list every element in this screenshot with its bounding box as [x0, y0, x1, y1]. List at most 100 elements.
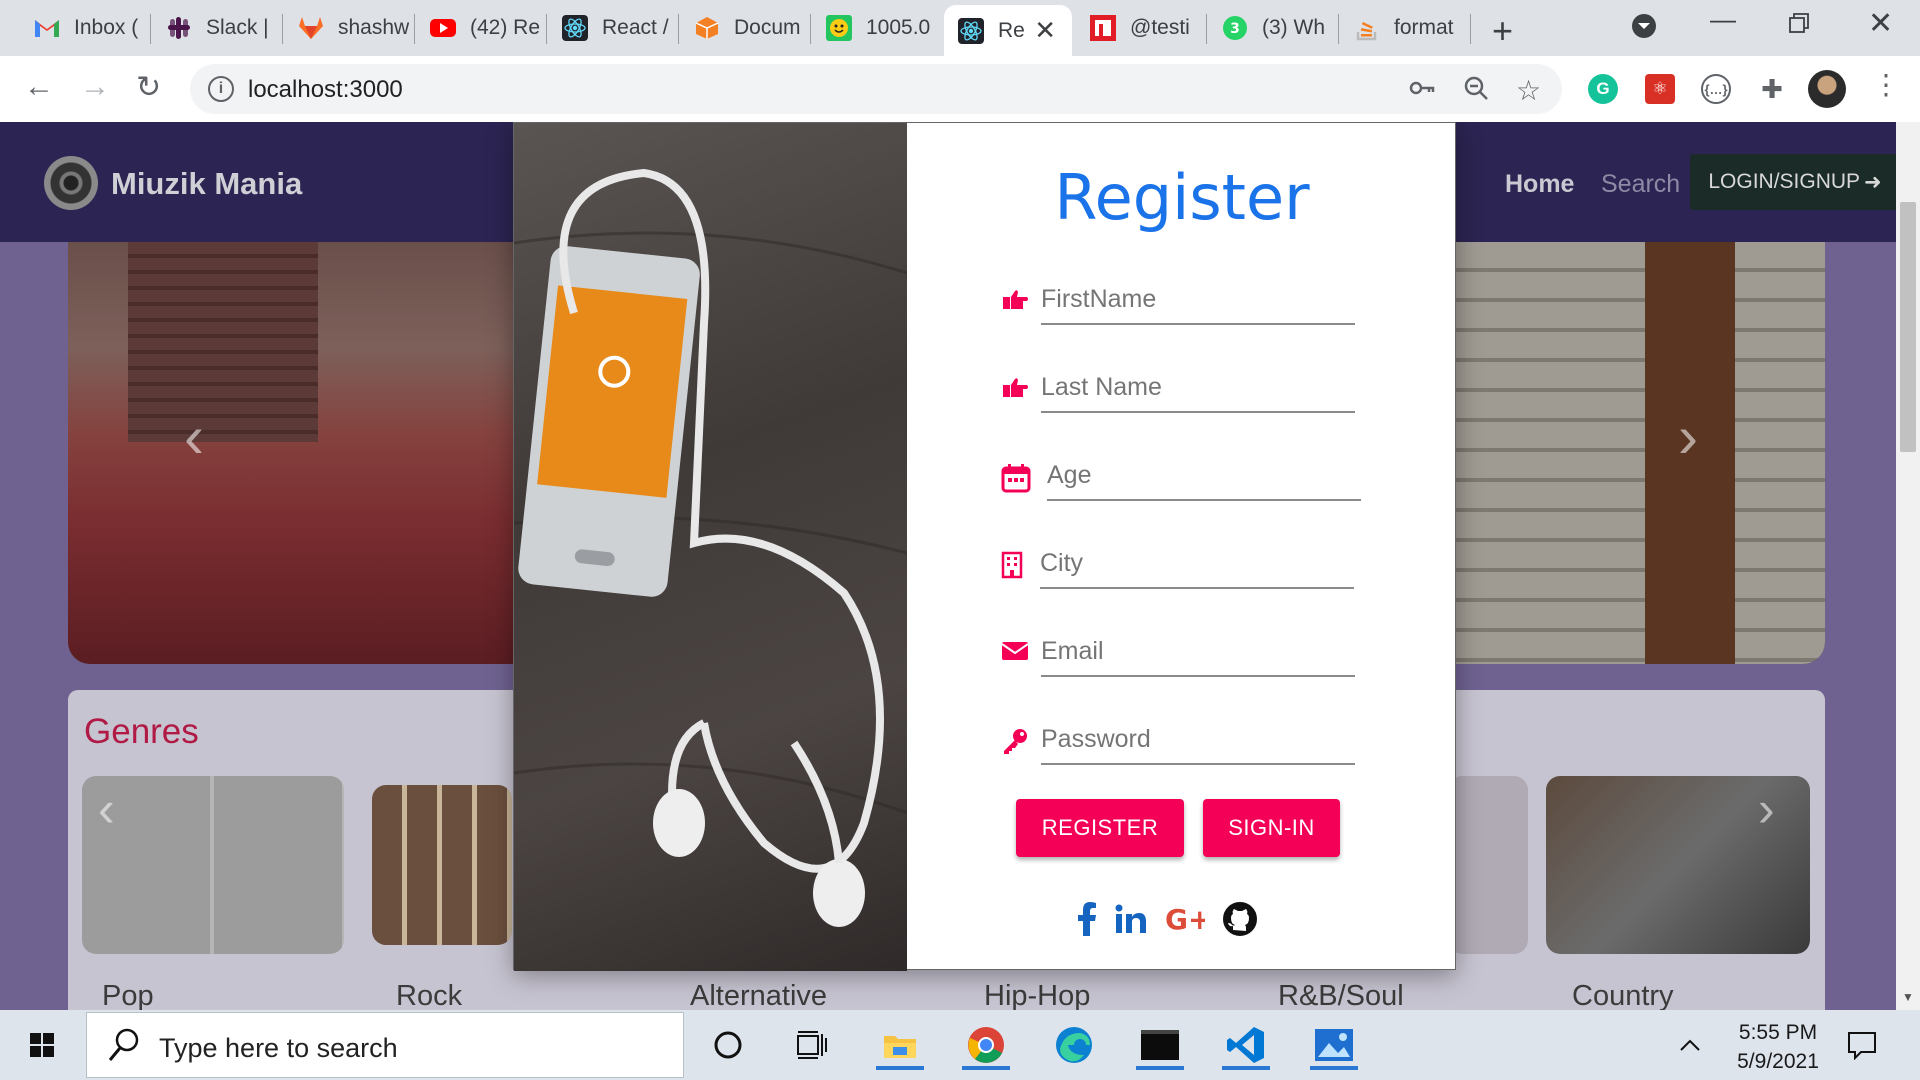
taskbar-search-box[interactable]: Type here to search	[86, 1012, 684, 1078]
windows-start-icon[interactable]	[14, 1020, 70, 1070]
clock-date: 5/9/2021	[1737, 1050, 1819, 1073]
genre-label[interactable]: Country	[1572, 980, 1674, 1010]
cortana-circle-icon[interactable]	[700, 1020, 756, 1070]
netlify-icon	[1090, 15, 1116, 41]
genres-prev-chevron-icon[interactable]: ‹	[98, 780, 115, 838]
tab-react-1[interactable]: React /	[548, 9, 673, 47]
register-form: Register FirstName Last Name Age City Em…	[907, 123, 1457, 971]
genre-thumbnail-rock[interactable]	[372, 785, 512, 945]
genre-label[interactable]: Pop	[102, 980, 154, 1010]
lastname-input[interactable]	[1041, 363, 1355, 413]
svg-text:G+: G+	[1165, 905, 1205, 933]
tab-youtube[interactable]: (42) Re	[416, 9, 541, 47]
edge-icon[interactable]	[1046, 1020, 1102, 1070]
tab-separator	[282, 14, 283, 44]
vscode-icon[interactable]	[1218, 1020, 1274, 1070]
react-icon	[562, 15, 588, 41]
carousel-next-chevron-icon[interactable]: ›	[1678, 402, 1698, 471]
extensions-puzzle-icon[interactable]: ✚	[1757, 74, 1787, 104]
new-tab-plus-icon[interactable]: +	[1492, 10, 1513, 52]
email-field	[1001, 627, 1355, 677]
key-icon	[1001, 727, 1029, 755]
tab-docs[interactable]: Docum	[680, 9, 805, 47]
react-devtools-icon[interactable]: ⚛	[1645, 74, 1675, 104]
back-arrow-icon[interactable]: ←	[24, 70, 54, 104]
city-field	[1000, 539, 1354, 589]
carousel-prev-chevron-icon[interactable]: ‹	[184, 402, 204, 471]
tab-netlify[interactable]: @testi	[1076, 9, 1201, 47]
photos-icon[interactable]	[1306, 1020, 1362, 1070]
address-bar[interactable]: i localhost:3000 ☆	[190, 64, 1562, 114]
active-app-indicator	[1136, 1066, 1184, 1070]
genre-label[interactable]: Alternative	[690, 980, 827, 1010]
tab-label: Inbox (	[74, 16, 139, 39]
file-explorer-icon[interactable]	[872, 1020, 928, 1070]
scrollbar-thumb[interactable]	[1900, 202, 1916, 452]
json-viewer-icon[interactable]: {…}	[1701, 74, 1731, 104]
age-input[interactable]	[1047, 451, 1361, 501]
nav-search-link[interactable]: Search	[1601, 170, 1680, 199]
close-window-icon[interactable]: ✕	[1868, 6, 1893, 41]
password-input[interactable]	[1041, 715, 1355, 765]
sign-in-button[interactable]: SIGN-IN	[1203, 799, 1340, 857]
system-clock[interactable]: 5:55 PM 5/9/2021	[1728, 1018, 1828, 1076]
genre-thumbnail-rnb[interactable]	[1448, 776, 1528, 954]
terminal-icon[interactable]	[1132, 1020, 1188, 1070]
zoom-icon[interactable]	[1462, 74, 1490, 109]
genres-next-chevron-icon[interactable]: ›	[1758, 780, 1775, 838]
tab-slack[interactable]: Slack |	[152, 9, 277, 47]
active-app-indicator	[1310, 1066, 1358, 1070]
tab-label: React /	[602, 16, 669, 39]
email-input[interactable]	[1041, 627, 1355, 677]
nav-home-link[interactable]: Home	[1505, 170, 1574, 199]
minimize-icon[interactable]: —	[1710, 4, 1736, 35]
google-plus-icon[interactable]: G+	[1165, 903, 1211, 938]
reload-icon[interactable]: ↻	[136, 70, 161, 105]
tab-gmail[interactable]: Inbox (	[20, 9, 142, 47]
scroll-down-arrow-icon[interactable]: ▼	[1902, 990, 1914, 1004]
login-signup-button[interactable]: LOGIN/SIGNUP ➜	[1690, 154, 1900, 210]
tab-whatsapp[interactable]: 3 (3) Wh	[1208, 9, 1333, 47]
tab-smiley[interactable]: 1005.0	[812, 9, 937, 47]
close-tab-icon[interactable]: ✕	[1034, 15, 1056, 46]
password-field	[1001, 715, 1355, 765]
tab-active-react[interactable]: Re ✕	[944, 5, 1072, 56]
vinyl-logo-icon[interactable]	[44, 156, 98, 210]
profile-avatar[interactable]	[1808, 70, 1846, 108]
grammarly-icon[interactable]: G	[1588, 74, 1618, 104]
genre-thumbnail-pop[interactable]	[82, 776, 344, 954]
brand-name[interactable]: Miuzik Mania	[111, 166, 302, 202]
bookmark-star-icon[interactable]: ☆	[1516, 74, 1541, 107]
firstname-input[interactable]	[1041, 275, 1355, 325]
genre-label[interactable]: R&B/Soul	[1278, 980, 1404, 1010]
github-icon[interactable]	[1223, 901, 1257, 941]
smiley-icon	[826, 15, 852, 41]
url-text[interactable]: localhost:3000	[248, 76, 403, 104]
building-icon	[1000, 551, 1028, 579]
tab-gitlab[interactable]: shashw	[284, 9, 409, 47]
password-key-icon[interactable]	[1408, 74, 1436, 109]
city-input[interactable]	[1040, 539, 1354, 589]
chrome-icon[interactable]	[958, 1020, 1014, 1070]
register-button[interactable]: REGISTER	[1016, 799, 1184, 857]
forward-arrow-icon[interactable]: →	[80, 70, 110, 104]
genre-label[interactable]: Rock	[396, 980, 462, 1010]
genres-title: Genres	[84, 712, 199, 751]
tab-stackoverflow[interactable]: format	[1340, 9, 1468, 47]
tab-separator	[546, 14, 547, 44]
page-scrollbar[interactable]: ▼	[1896, 122, 1920, 1010]
tab-search-icon[interactable]	[1630, 12, 1658, 47]
tab-separator	[1338, 14, 1339, 44]
facebook-icon[interactable]	[1077, 901, 1097, 941]
genre-label[interactable]: Hip-Hop	[984, 980, 1090, 1010]
notification-center-icon[interactable]	[1834, 1020, 1890, 1070]
chrome-menu-icon[interactable]: ⋮	[1872, 68, 1900, 101]
tab-label: (42) Re	[470, 16, 541, 39]
linkedin-icon[interactable]	[1115, 904, 1147, 939]
site-info-icon[interactable]: i	[208, 76, 234, 102]
chevron-up-icon[interactable]	[1662, 1020, 1718, 1070]
restore-icon[interactable]	[1788, 10, 1810, 41]
page-viewport: Miuzik Mania Home Search LOGIN/SIGNUP ➜ …	[0, 122, 1920, 1010]
task-view-icon[interactable]	[784, 1020, 840, 1070]
stackoverflow-icon	[1354, 15, 1380, 41]
